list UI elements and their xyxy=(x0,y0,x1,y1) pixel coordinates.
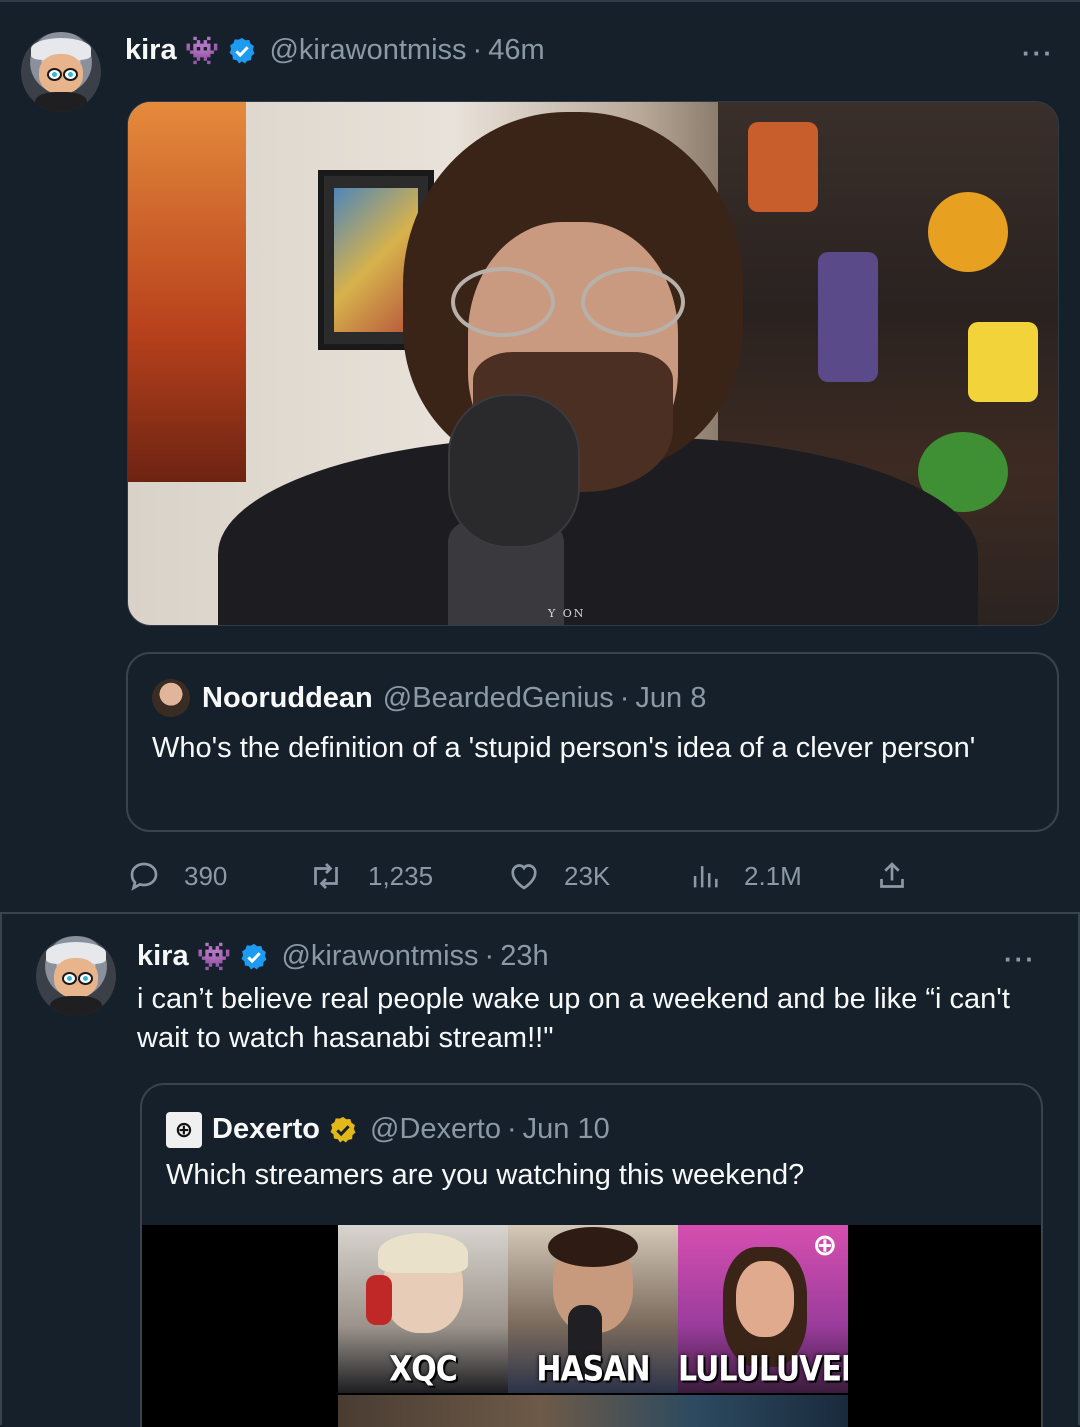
quoted-tweet[interactable]: Nooruddean @BeardedGenius · Jun 8 Who's … xyxy=(126,652,1059,832)
tweet-media-image[interactable]: Y ON xyxy=(127,101,1059,626)
views-button[interactable]: 2.1M xyxy=(688,858,802,894)
quoted-timestamp: Jun 8 xyxy=(635,682,707,714)
streamer-panel: ⊕ LULULUVELY xyxy=(678,1225,848,1393)
quoted-header: Nooruddean @BeardedGenius · Jun 8 xyxy=(202,682,707,715)
author-name[interactable]: kira xyxy=(137,940,189,973)
verified-badge-icon xyxy=(239,942,269,972)
tweet[interactable]: kira 👾 @kirawontmiss · 46m ··· Y ON Noor xyxy=(0,0,1080,914)
view-count: 2.1M xyxy=(744,860,802,891)
author-handle[interactable]: @kirawontmiss xyxy=(269,34,466,67)
author-name[interactable]: kira xyxy=(125,34,177,67)
timestamp[interactable]: 46m xyxy=(488,34,544,67)
streamer-label: LULULUVELY xyxy=(678,1349,848,1390)
tweet-header: kira 👾 @kirawontmiss · 23h xyxy=(137,940,549,973)
streamer-label: HASAN xyxy=(536,1349,650,1390)
avatar[interactable] xyxy=(36,936,116,1016)
more-options-icon[interactable]: ··· xyxy=(1022,38,1054,69)
tweet[interactable]: kira 👾 @kirawontmiss · 23h ··· i can’t b… xyxy=(0,912,1080,1427)
streamer-panel: XQC xyxy=(338,1225,508,1393)
tweet-header: kira 👾 @kirawontmiss · 46m xyxy=(125,34,545,67)
dexerto-watermark-icon: ⊕ xyxy=(812,1229,838,1262)
author-handle[interactable]: @kirawontmiss xyxy=(281,940,478,973)
dexerto-logo-icon[interactable]: ⊕ xyxy=(166,1112,202,1148)
retweet-count: 1,235 xyxy=(368,860,434,891)
like-count: 23K xyxy=(564,860,611,891)
alien-emoji: 👾 xyxy=(196,941,232,972)
retweet-icon xyxy=(314,863,338,889)
reply-button[interactable]: 390 xyxy=(126,858,227,894)
tweet-actions: 390 1,235 23K 2.1M xyxy=(126,858,926,898)
retweet-button[interactable]: 1,235 xyxy=(306,858,433,894)
streamer-panel: HASAN xyxy=(508,1225,678,1393)
quoted-avatar[interactable] xyxy=(152,679,190,717)
share-button[interactable] xyxy=(874,858,932,894)
quoted-author-name[interactable]: Nooruddean xyxy=(202,682,373,715)
streamer-panel-row xyxy=(338,1395,848,1427)
tweet-text: i can’t believe real people wake up on a… xyxy=(137,983,1010,1054)
like-button[interactable]: 23K xyxy=(506,858,610,894)
streamer-label: XQC xyxy=(389,1349,458,1390)
timestamp[interactable]: 23h xyxy=(500,940,548,973)
verified-badge-icon xyxy=(227,36,257,66)
quoted-author-name[interactable]: Dexerto xyxy=(212,1113,320,1146)
quoted-author-handle[interactable]: @BeardedGenius xyxy=(383,682,614,715)
share-icon xyxy=(880,862,904,888)
heart-icon xyxy=(511,864,537,890)
avatar[interactable] xyxy=(21,32,101,112)
gold-verified-badge-icon xyxy=(328,1115,358,1145)
quoted-tweet-text: Who's the definition of a 'stupid person… xyxy=(152,732,976,764)
reply-icon xyxy=(130,862,158,891)
more-options-icon[interactable]: ··· xyxy=(1004,944,1036,975)
quoted-tweet[interactable]: ⊕ Dexerto @Dexerto · Jun 10 Which stream… xyxy=(140,1083,1043,1427)
reply-count: 390 xyxy=(184,860,228,891)
quoted-tweet-text: Which streamers are you watching this we… xyxy=(166,1159,805,1191)
views-chart-icon xyxy=(693,866,718,888)
quoted-header: Dexerto @Dexerto · Jun 10 xyxy=(212,1113,610,1146)
quoted-author-handle[interactable]: @Dexerto xyxy=(370,1113,501,1146)
alien-emoji: 👾 xyxy=(184,35,220,66)
quoted-timestamp: Jun 10 xyxy=(522,1113,610,1145)
quoted-media-collage[interactable]: XQC HASAN ⊕ LULULUVELY xyxy=(142,1225,1041,1427)
mic-caption: Y ON xyxy=(548,607,586,620)
